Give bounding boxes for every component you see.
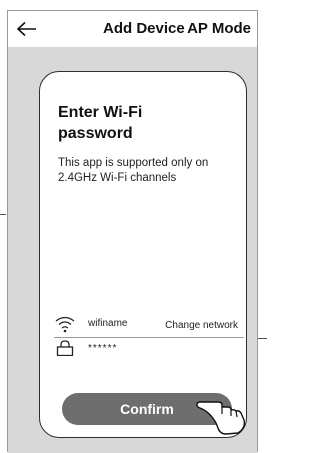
hand-pointer-icon: [196, 401, 246, 435]
card-description: This app is supported only on 2.4GHz Wi-…: [58, 157, 209, 184]
password-card: Enter Wi-Fi password This app is support…: [39, 71, 247, 438]
change-network-link[interactable]: Change network: [165, 320, 238, 331]
callout-line-left: [0, 214, 6, 215]
page-title: Add Device: [103, 20, 185, 37]
header-bar: Add Device AP Mode: [8, 11, 257, 47]
wifi-ssid: wifiname: [88, 318, 128, 329]
back-button[interactable]: [16, 21, 38, 37]
wifi-icon: [55, 316, 75, 333]
wifi-row: wifiname Change network: [54, 315, 238, 335]
lock-icon: [56, 340, 74, 356]
ap-mode-tab[interactable]: AP Mode: [187, 20, 251, 37]
password-input[interactable]: [88, 341, 228, 355]
phone-screen: Add Device AP Mode Enter Wi-Fi password …: [7, 10, 258, 453]
divider: [54, 337, 244, 338]
arrow-left-icon: [16, 21, 36, 37]
password-row: [54, 339, 238, 359]
card-title: Enter Wi-Fi password: [58, 104, 143, 142]
